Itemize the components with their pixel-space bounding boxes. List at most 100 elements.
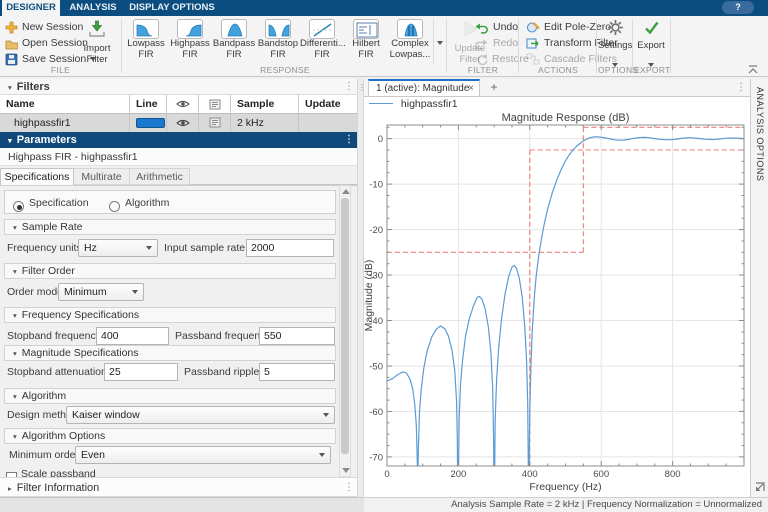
new-figure-tab-button[interactable]: + — [486, 81, 502, 95]
tab-specifications[interactable]: Specifications — [0, 168, 74, 185]
column-header-visible[interactable] — [167, 95, 199, 114]
minimum-order-label: Minimum order — [9, 449, 80, 461]
svg-text:0: 0 — [378, 134, 383, 145]
passband-ripple-field[interactable] — [259, 363, 335, 381]
minimize-ribbon-button[interactable] — [746, 62, 760, 80]
algorithm-radio-label[interactable]: Algorithm — [125, 194, 169, 212]
specification-radio[interactable] — [13, 197, 24, 215]
close-tab-icon[interactable]: × — [468, 81, 474, 96]
section-filter-order[interactable]: ▾ Filter Order — [4, 263, 336, 279]
specification-radio-label[interactable]: Specification — [29, 194, 89, 212]
svg-text:400: 400 — [522, 469, 538, 480]
magnitude-response-plot[interactable]: 0 200 400 600 8000-10-20-30-40-50-60-70Magni… — [364, 112, 750, 497]
undo-button[interactable]: Undo — [474, 20, 518, 34]
tab-multirate[interactable]: Multirate — [74, 168, 130, 185]
redo-icon — [475, 39, 488, 50]
filter-information-menu-icon[interactable]: ⋮ — [344, 481, 354, 495]
filter-row-visible-toggle[interactable] — [167, 114, 199, 132]
parameters-collapse-icon[interactable]: ▾ — [8, 136, 12, 145]
save-session-icon — [5, 53, 18, 65]
filter-information-header[interactable]: ▸ Filter Information ⋮ — [0, 477, 357, 497]
svg-text:-70: -70 — [369, 452, 383, 463]
design-method-dropdown[interactable]: Kaiser window — [66, 406, 335, 424]
frequency-units-dropdown[interactable]: Hz — [78, 239, 158, 257]
section-sample-rate[interactable]: ▾ Sample Rate — [4, 219, 336, 235]
filter-row-legend-toggle[interactable] — [199, 114, 231, 132]
figure-menu-icon[interactable]: ⋮ — [736, 81, 746, 95]
gallery-caret-icon — [437, 41, 443, 45]
export-check-icon — [644, 21, 658, 35]
tab-designer[interactable]: DESIGNER — [2, 0, 60, 16]
new-session-button[interactable]: New Session — [5, 20, 83, 34]
actions-group-label: ACTIONS — [538, 65, 578, 75]
import-filter-button[interactable]: Import Filter — [74, 19, 120, 65]
pane-splitter[interactable]: ⋮ — [357, 79, 366, 497]
complex-lowpass-fir-button[interactable]: Complex Lowpas... — [388, 19, 432, 65]
help-button[interactable]: ? — [722, 1, 754, 14]
column-header-sample-rate[interactable]: Sample Rate — [231, 95, 299, 128]
legend-icon — [209, 117, 220, 128]
response-gallery-expand-button[interactable] — [433, 19, 446, 65]
input-sample-rate-field[interactable] — [246, 239, 334, 257]
expand-panel-icon[interactable] — [754, 481, 766, 493]
settings-button[interactable]: Settings — [598, 19, 632, 72]
edit-pole-zero-icon — [527, 22, 540, 33]
svg-text:-10: -10 — [369, 180, 383, 191]
parameters-menu-icon[interactable]: ⋮ — [344, 133, 354, 147]
order-mode-dropdown[interactable]: Minimum — [58, 283, 144, 301]
bandstop-fir-button[interactable]: Bandstop FIR — [256, 19, 300, 65]
stopband-frequency-field[interactable] — [96, 327, 169, 345]
lowpass-fir-button[interactable]: Lowpass FIR — [124, 19, 168, 65]
differentiator-fir-button[interactable]: Differenti... FIR — [300, 19, 346, 65]
filters-menu-icon[interactable]: ⋮ — [344, 80, 354, 94]
highpass-icon — [185, 24, 202, 37]
minimum-order-dropdown[interactable]: Even — [75, 446, 331, 464]
column-header-legend[interactable] — [199, 95, 231, 114]
filter-information-expand-icon[interactable]: ▸ — [8, 484, 12, 493]
legend-icon — [209, 99, 220, 110]
section-frequency-specifications[interactable]: ▾ Frequency Specifications — [4, 307, 336, 323]
analysis-options-strip[interactable]: ANALYSIS OPTIONS — [750, 79, 768, 497]
section-algorithm[interactable]: ▾ Algorithm — [4, 388, 336, 404]
filters-collapse-icon[interactable]: ▾ — [8, 83, 12, 92]
filter-row-name[interactable]: highpassfir1 — [0, 114, 130, 132]
parameters-scrollbar[interactable] — [339, 185, 351, 477]
section-magnitude-specifications[interactable]: ▾ Magnitude Specifications — [4, 345, 336, 361]
svg-text:-50: -50 — [369, 361, 383, 372]
line-color-swatch[interactable] — [136, 118, 165, 128]
tab-analysis[interactable]: ANALYSIS — [62, 0, 124, 16]
filters-panel-header[interactable]: ▾ Filters ⋮ — [0, 79, 357, 95]
export-button[interactable]: Export — [634, 19, 668, 72]
section-algorithm-options[interactable]: ▾ Algorithm Options — [4, 428, 336, 444]
column-header-line[interactable]: Line — [130, 95, 167, 114]
bandpass-fir-button[interactable]: Bandpass FIR — [212, 19, 256, 65]
column-header-update-status[interactable]: Update Status — [299, 95, 357, 128]
settings-gear-icon — [607, 20, 623, 35]
legend-label: highpassfir1 — [400, 98, 458, 110]
filter-row-line[interactable] — [130, 114, 167, 132]
file-group-label: FILE — [50, 65, 71, 75]
filter-group-label: FILTER — [467, 65, 499, 75]
scroll-up-icon[interactable] — [342, 189, 350, 194]
scroll-down-icon[interactable] — [342, 468, 350, 473]
parameters-panel-header[interactable]: ▾ Parameters ⋮ — [0, 132, 357, 148]
passband-frequency-field[interactable] — [259, 327, 335, 345]
restore-button[interactable]: Restore — [474, 52, 529, 66]
left-bottom-strip — [0, 497, 364, 512]
ribbon-tabstrip: DESIGNER ANALYSIS DISPLAY OPTIONS ? — [0, 0, 768, 16]
algorithm-radio[interactable] — [109, 197, 120, 215]
hilbert-fir-button[interactable]: Hilbert FIR — [344, 19, 388, 65]
scrollbar-thumb[interactable] — [341, 198, 349, 454]
ribbon-toolstrip: New Session Open Session Save Session Im… — [0, 16, 768, 77]
stopband-attenuation-field[interactable] — [104, 363, 178, 381]
splitter-handle-icon[interactable]: ⋮ — [358, 83, 366, 92]
design-mode-group: Specification Algorithm — [4, 190, 336, 214]
column-header-name[interactable]: Name — [0, 95, 130, 114]
lowpass-icon — [136, 24, 153, 37]
highpass-fir-button[interactable]: Highpass FIR — [168, 19, 212, 65]
redo-button[interactable]: Redo — [474, 36, 518, 50]
tab-arithmetic[interactable]: Arithmetic — [130, 168, 190, 185]
tab-display-options[interactable]: DISPLAY OPTIONS — [126, 0, 218, 16]
add-tab-icon: + — [490, 80, 498, 94]
figure-tab-magnitude[interactable]: 1 (active): Magnitude × — [368, 79, 480, 97]
